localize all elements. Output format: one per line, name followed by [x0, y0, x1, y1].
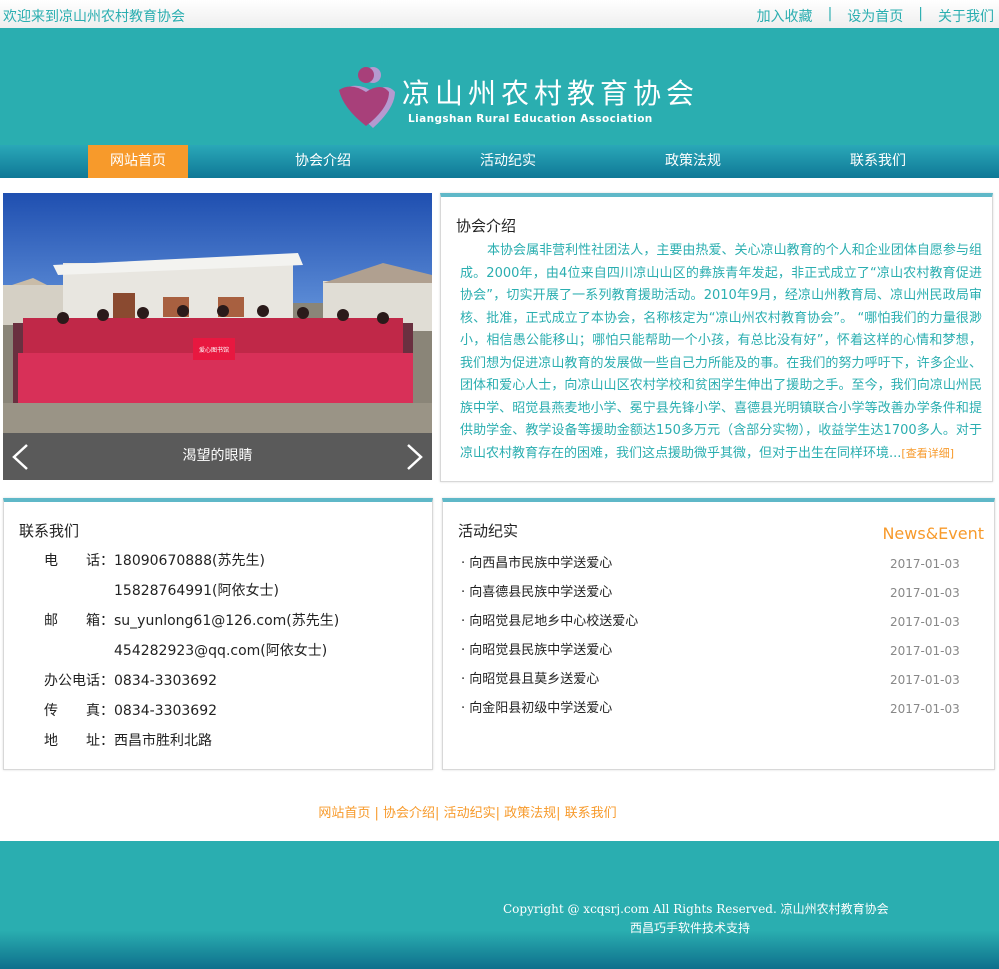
event-item[interactable]: · 向喜德县民族中学送爱心 2017-01-03 [461, 581, 981, 610]
event-date: 2017-01-03 [890, 702, 960, 716]
contact-value: 0834-3303692 [114, 703, 218, 719]
contact-label: 地 址： [44, 733, 114, 749]
events-title-en: News&Event [882, 524, 984, 543]
contact-value: 15828764991(阿依女士) [114, 583, 279, 599]
about-title: 协会介绍 [456, 217, 517, 235]
event-title: · 向西昌市民族中学送爱心 [461, 556, 613, 571]
image-slider: 爱心图书馆 渴望的眼睛 [3, 193, 432, 480]
contact-row: 15828764991(阿依女士) [44, 580, 279, 600]
banner-text: 爱心图书馆 [199, 346, 229, 354]
event-date: 2017-01-03 [890, 615, 960, 629]
welcome-text: 欢迎来到凉山州农村教育协会 [3, 9, 185, 25]
footer-separator: | [435, 806, 444, 821]
footer-separator: | [495, 806, 505, 821]
footer-separator: | [370, 806, 384, 821]
top-bar: 欢迎来到凉山州农村教育协会 加入收藏 | 设为首页 | 关于我们 [0, 0, 999, 28]
view-details-link[interactable]: [查看详细] [901, 447, 954, 460]
event-date: 2017-01-03 [890, 644, 960, 658]
main-nav: 网站首页 协会介绍 活动纪实 政策法规 联系我们 [0, 145, 999, 178]
slider-caption-bar: 渴望的眼睛 [3, 433, 432, 480]
contact-value: 454282923@qq.com(阿依女士) [114, 643, 328, 659]
events-panel: 活动纪实 News&Event · 向西昌市民族中学送爱心 2017-01-03 … [442, 498, 995, 770]
nav-item-events[interactable]: 活动纪实 [458, 145, 558, 178]
set-homepage-link[interactable]: 设为首页 [847, 6, 903, 26]
contact-row: 454282923@qq.com(阿依女士) [44, 640, 327, 660]
add-favorite-link[interactable]: 加入收藏 [757, 6, 813, 26]
events-title: 活动纪实 [458, 522, 519, 540]
footer-link-home[interactable]: 网站首页 [318, 806, 370, 821]
event-date: 2017-01-03 [890, 586, 960, 600]
nav-item-home[interactable]: 网站首页 [88, 145, 188, 178]
nav-item-policy[interactable]: 政策法规 [643, 145, 743, 178]
event-title: · 向昭觉县尼地乡中心校送爱心 [461, 614, 639, 629]
event-title: · 向喜德县民族中学送爱心 [461, 585, 613, 600]
nav-item-contact[interactable]: 联系我们 [828, 145, 928, 178]
contact-row: 办公电话：0834-3303692 [44, 670, 217, 690]
top-links: 加入收藏 | 设为首页 | 关于我们 [757, 6, 994, 26]
footer-link-contact[interactable]: 联系我们 [565, 806, 617, 821]
contact-value: su_yunlong61@126.com(苏先生) [114, 613, 340, 629]
footer-link-about[interactable]: 协会介绍 [383, 806, 435, 821]
event-title: · 向金阳县初级中学送爱心 [461, 701, 613, 716]
top-link-separator: | [918, 6, 923, 22]
about-us-link[interactable]: 关于我们 [938, 6, 994, 26]
about-panel: 协会介绍 本协会属非营利性社团法人，主要由热爱、关心凉山教育的个人和企业团体自愿… [440, 193, 993, 482]
contact-row: 地 址：西昌市胜利北路 [44, 730, 212, 750]
event-title: · 向昭觉县且莫乡送爱心 [461, 672, 600, 687]
heart-logo-icon [339, 67, 395, 128]
contact-value: 0834-3303692 [114, 673, 218, 689]
tech-support-text: 西昌巧手软件技术支持 [630, 921, 751, 935]
contact-panel: 联系我们 电 话：18090670888(苏先生) 15828764991(阿依… [3, 498, 433, 770]
contact-label: 办公电话： [44, 673, 114, 689]
contact-label: 电 话： [44, 553, 114, 569]
contact-row: 电 话：18090670888(苏先生) [44, 550, 265, 570]
about-text: 本协会属非营利性社团法人，主要由热爱、关心凉山教育的个人和企业团体自愿参与组成。… [460, 240, 982, 465]
chevron-left-icon[interactable] [9, 443, 33, 471]
site-header: 凉山州农村教育协会 Liangshan Rural Education Asso… [0, 28, 999, 145]
chevron-right-icon[interactable] [402, 443, 426, 471]
contact-label: 邮 箱： [44, 613, 114, 629]
contact-value: 西昌市胜利北路 [114, 733, 212, 749]
contact-label: 传 真： [44, 703, 114, 719]
contact-row: 邮 箱：su_yunlong61@126.com(苏先生) [44, 610, 339, 630]
site-title-cn: 凉山州农村教育协会 [402, 77, 700, 110]
site-footer: Copyright @ xcqsrj.com All Rights Reserv… [0, 841, 999, 969]
event-item[interactable]: · 向昭觉县民族中学送爱心 2017-01-03 [461, 639, 981, 668]
contact-title: 联系我们 [19, 522, 80, 540]
contact-row: 传 真：0834-3303692 [44, 700, 217, 720]
event-item[interactable]: · 向昭觉县且莫乡送爱心 2017-01-03 [461, 668, 981, 697]
contact-value: 18090670888(苏先生) [114, 553, 265, 569]
site-title-en: Liangshan Rural Education Association [408, 113, 653, 125]
event-item[interactable]: · 向昭觉县尼地乡中心校送爱心 2017-01-03 [461, 610, 981, 639]
footer-link-policy[interactable]: 政策法规 [504, 806, 556, 821]
copyright-text: Copyright @ xcqsrj.com All Rights Reserv… [503, 902, 889, 916]
event-date: 2017-01-03 [890, 673, 960, 687]
event-date: 2017-01-03 [890, 557, 960, 571]
slider-caption: 渴望的眼睛 [182, 448, 253, 464]
top-link-separator: | [827, 6, 833, 22]
event-item[interactable]: · 向金阳县初级中学送爱心 2017-01-03 [461, 697, 981, 726]
about-body: 本协会属非营利性社团法人，主要由热爱、关心凉山教育的个人和企业团体自愿参与组成。… [460, 243, 982, 461]
event-title: · 向昭觉县民族中学送爱心 [461, 643, 613, 658]
footer-nav: 网站首页 | 协会介绍| 活动纪实| 政策法规| 联系我们 [0, 802, 935, 821]
footer-separator: | [556, 806, 565, 821]
event-item[interactable]: · 向西昌市民族中学送爱心 2017-01-03 [461, 552, 981, 581]
nav-item-about[interactable]: 协会介绍 [273, 145, 373, 178]
slider-photo: 爱心图书馆 [3, 193, 432, 433]
footer-link-events[interactable]: 活动纪实 [444, 806, 496, 821]
